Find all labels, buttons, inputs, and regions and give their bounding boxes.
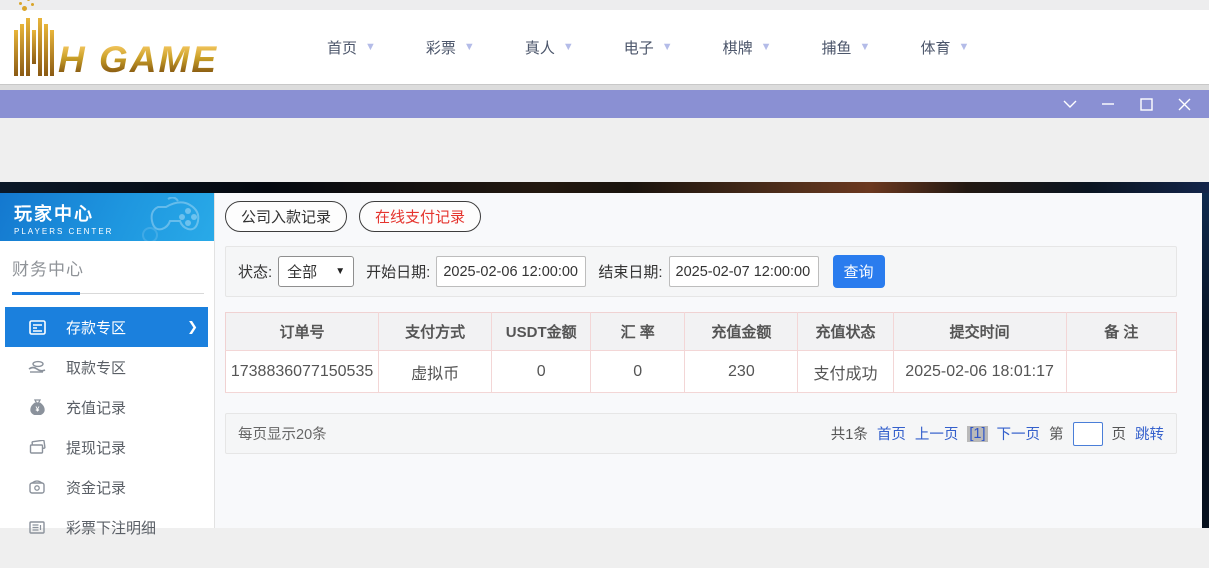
chevron-down-icon: ▼ [761, 41, 772, 53]
section-underline [12, 292, 214, 295]
record-tabs: 公司入款记录 在线支付记录 [225, 201, 1177, 232]
sidebar-item-label: 存款专区 [66, 317, 126, 338]
sidebar-item-label: 彩票下注明细 [66, 517, 156, 538]
filter-bar: 状态: 全部 ▼ 开始日期: 结束日期: 查询 [225, 246, 1177, 297]
col-recharge-amount: 充值金额 [685, 313, 798, 351]
nav-item-fishing[interactable]: 捕鱼▼ [822, 37, 871, 58]
nav-item-sports[interactable]: 体育▼ [920, 37, 969, 58]
close-icon[interactable] [1173, 93, 1195, 115]
sidebar-section: 财务中心 [0, 241, 214, 295]
withdraw-record-icon [28, 438, 46, 456]
col-usdt-amount: USDT金额 [492, 313, 591, 351]
nav-item-lottery[interactable]: 彩票▼ [426, 37, 475, 58]
chevron-down-icon: ▼ [958, 41, 969, 53]
moneybag-icon: ¥ [28, 398, 46, 416]
cell-usdt-amount: 0 [492, 351, 591, 393]
sidebar-section-title: 财务中心 [12, 255, 214, 280]
cell-recharge-amount: 230 [685, 351, 798, 393]
chevron-right-icon: ❯ [187, 319, 198, 335]
chevron-down-icon: ▼ [860, 41, 871, 53]
status-select[interactable]: 全部 ▼ [278, 256, 354, 287]
site-header: H GAME 首页▼ 彩票▼ 真人▼ 电子▼ 棋牌▼ 捕鱼▼ 体育▼ [0, 10, 1209, 84]
status-select-value: 全部 [287, 261, 317, 282]
brand-logo[interactable]: H GAME [14, 18, 279, 76]
jump-prefix-label: 第 [1049, 423, 1064, 444]
prev-page-link[interactable]: 上一页 [915, 423, 959, 444]
sidebar-item-withdrawal-records[interactable]: 提现记录 [0, 427, 214, 467]
current-page-indicator: [1] [967, 426, 987, 442]
table-header-row: 订单号 支付方式 USDT金额 汇 率 充值金额 充值状态 提交时间 备 注 [226, 313, 1177, 351]
end-date-label: 结束日期: [598, 261, 662, 282]
sidebar-item-recharge-records[interactable]: ¥ 充值记录 [0, 387, 214, 427]
col-order-number: 订单号 [226, 313, 379, 351]
tab-online-payment-records[interactable]: 在线支付记录 [359, 201, 481, 232]
cell-submit-time: 2025-02-06 18:01:17 [893, 351, 1066, 393]
chevron-down-icon[interactable] [1059, 93, 1081, 115]
sidebar-header: 玩家中心 PLAYERS CENTER [0, 193, 214, 241]
page-size-text: 每页显示20条 [238, 423, 327, 444]
end-date-input[interactable] [669, 256, 819, 287]
sidebar-item-deposit[interactable]: 存款专区 ❯ [5, 307, 208, 347]
col-payment-method: 支付方式 [379, 313, 492, 351]
svg-text:¥: ¥ [35, 407, 39, 414]
chevron-down-icon: ▼ [464, 41, 475, 53]
start-date-label: 开始日期: [366, 261, 430, 282]
header-spacer [0, 118, 1209, 182]
chevron-down-icon: ▼ [563, 41, 574, 53]
nav-item-slots[interactable]: 电子▼ [624, 37, 673, 58]
col-submit-time: 提交时间 [893, 313, 1066, 351]
page-jump-input[interactable] [1073, 422, 1103, 446]
query-button[interactable]: 查询 [833, 255, 885, 288]
status-label: 状态: [238, 261, 272, 282]
nav-item-live[interactable]: 真人▼ [525, 37, 574, 58]
chevron-down-icon: ▼ [365, 41, 376, 53]
brand-name: H GAME [58, 43, 218, 76]
sidebar-item-label: 取款专区 [66, 357, 126, 378]
sidebar-item-label: 充值记录 [66, 397, 126, 418]
right-background-edge [1202, 193, 1209, 528]
funds-icon [28, 478, 46, 496]
cell-exchange-rate: 0 [591, 351, 685, 393]
nav-item-chess[interactable]: 棋牌▼ [723, 37, 772, 58]
top-gray-strip [0, 0, 1209, 10]
chevron-down-icon: ▼ [335, 266, 345, 277]
cell-remark [1066, 351, 1176, 393]
cell-recharge-status: 支付成功 [798, 351, 893, 393]
col-exchange-rate: 汇 率 [591, 313, 685, 351]
window-title-bar [0, 90, 1209, 118]
payment-records-table: 订单号 支付方式 USDT金额 汇 率 充值金额 充值状态 提交时间 备 注 1… [225, 312, 1177, 393]
main-nav: 首页▼ 彩票▼ 真人▼ 电子▼ 棋牌▼ 捕鱼▼ 体育▼ [327, 37, 969, 58]
sidebar-item-label: 提现记录 [66, 437, 126, 458]
withdraw-hand-icon [28, 358, 46, 376]
total-count-text: 共1条 [831, 423, 868, 444]
sidebar-item-withdraw[interactable]: 取款专区 [0, 347, 214, 387]
deposit-card-icon [28, 318, 46, 336]
sidebar-item-label: 资金记录 [66, 477, 126, 498]
brand-logo-icon [14, 18, 54, 76]
pagination-bar: 每页显示20条 共1条 首页 上一页 [1] 下一页 第 页 跳转 [225, 413, 1177, 454]
gamepad-icon [132, 197, 204, 241]
player-center-sidebar: 玩家中心 PLAYERS CENTER 财务中心 [0, 193, 215, 528]
table-row: 1738836077150535 虚拟币 0 0 230 支付成功 2025-0… [226, 351, 1177, 393]
sidebar-item-lottery-bet-detail[interactable]: 彩票下注明细 [0, 507, 214, 547]
cell-payment-method: 虚拟币 [379, 351, 492, 393]
first-page-link[interactable]: 首页 [877, 423, 906, 444]
start-date-input[interactable] [436, 256, 586, 287]
background-banner-strip [0, 182, 1209, 193]
nav-item-home[interactable]: 首页▼ [327, 37, 376, 58]
sidebar-item-funds-records[interactable]: 资金记录 [0, 467, 214, 507]
next-page-link[interactable]: 下一页 [997, 423, 1041, 444]
bet-detail-icon [28, 518, 46, 536]
minimize-icon[interactable] [1097, 93, 1119, 115]
chevron-down-icon: ▼ [662, 41, 673, 53]
maximize-icon[interactable] [1135, 93, 1157, 115]
tab-company-deposit-records[interactable]: 公司入款记录 [225, 201, 347, 232]
jump-button[interactable]: 跳转 [1135, 423, 1164, 444]
jump-suffix-label: 页 [1112, 423, 1127, 444]
cell-order-number: 1738836077150535 [226, 351, 379, 393]
sidebar-menu: 存款专区 ❯ 取款专区 ¥ 充值记录 提现记录 [0, 307, 214, 547]
records-main-panel: 公司入款记录 在线支付记录 状态: 全部 ▼ 开始日期: 结束日期: 查询 订单… [215, 193, 1202, 528]
col-remark: 备 注 [1066, 313, 1176, 351]
col-recharge-status: 充值状态 [798, 313, 893, 351]
